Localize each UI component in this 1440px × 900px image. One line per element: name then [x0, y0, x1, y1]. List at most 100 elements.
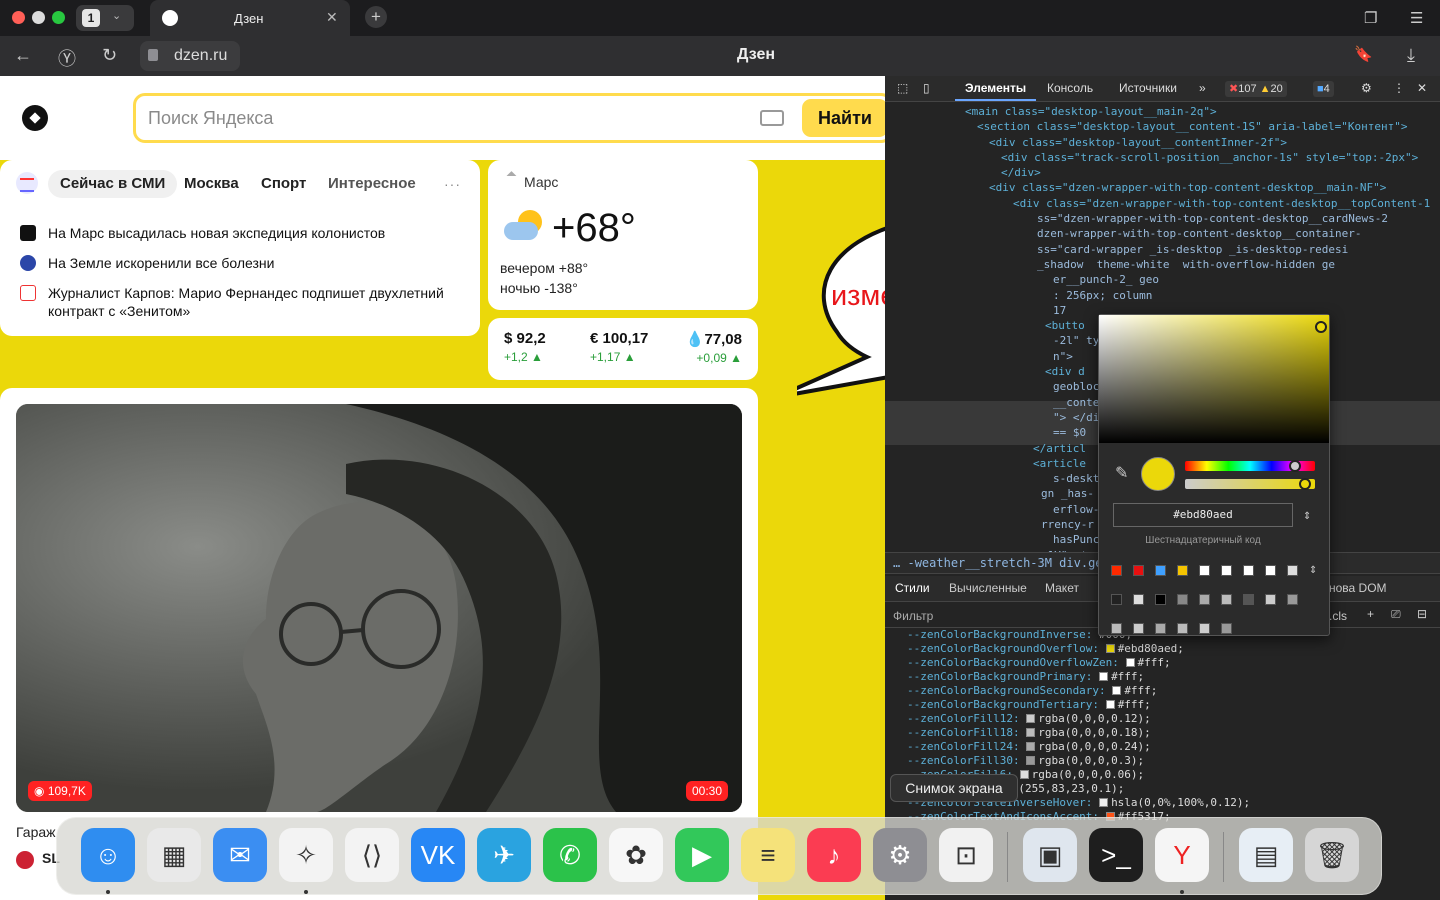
dom-node-line[interactable]: <div class="track-scroll-position__ancho…	[885, 150, 1440, 165]
palette-toggle-icon[interactable]: ⇕	[1309, 565, 1317, 576]
dock-app-downloads[interactable]: ▤	[1239, 828, 1293, 882]
dock-app-yandex[interactable]: Y	[1155, 828, 1209, 882]
palette-swatch[interactable]	[1287, 565, 1298, 576]
tab-now-in-media[interactable]: Сейчас в СМИ	[48, 170, 178, 198]
paint-icon[interactable]: ⎚	[1391, 607, 1401, 622]
tab-count-button[interactable]: 1 ⌄	[76, 5, 134, 31]
css-property-value[interactable]: rgba(0,0,0,0.18);	[1038, 726, 1151, 739]
css-property-value[interactable]: rgba(0,0,0,0.12);	[1038, 712, 1151, 725]
dock-app-mail[interactable]: ✉	[213, 828, 267, 882]
dom-node-line[interactable]: dzen-wrapper-with-top-content-desktop__c…	[885, 226, 1440, 241]
dom-node-line[interactable]: </div>	[885, 165, 1440, 180]
settings-icon[interactable]: ⚙	[1361, 81, 1372, 95]
tab-computed[interactable]: Вычисленные	[949, 581, 1027, 595]
breadcrumb-more-icon[interactable]: …	[893, 556, 900, 570]
url-field[interactable]: dzen.ru	[140, 41, 240, 71]
palette-swatch[interactable]	[1243, 565, 1254, 576]
errors-badge[interactable]: ✖107 ▲20	[1225, 81, 1287, 97]
weather-card[interactable]: Марс +68° вечером +88° ночью -138°	[488, 160, 758, 310]
dock-app-terminal[interactable]: >_	[1089, 828, 1143, 882]
dock-app-notes[interactable]: ≡	[741, 828, 795, 882]
tab-sources[interactable]: Источники	[1119, 81, 1177, 95]
hex-input[interactable]: #ebd80aed	[1113, 503, 1293, 527]
dom-node-line[interactable]: ss="dzen-wrapper-with-top-content-deskto…	[885, 211, 1440, 226]
keyboard-icon[interactable]	[760, 110, 784, 126]
color-swatch[interactable]	[1125, 658, 1135, 667]
color-swatch[interactable]	[1112, 686, 1122, 695]
palette-swatch[interactable]	[1133, 565, 1144, 576]
tab-layout[interactable]: Макет	[1045, 581, 1079, 595]
hue-knob[interactable]	[1289, 460, 1301, 472]
close-icon[interactable]: ✕	[326, 9, 338, 26]
palette-swatch[interactable]	[1199, 623, 1210, 634]
more-icon[interactable]: ···	[444, 176, 461, 192]
alpha-slider[interactable]	[1185, 479, 1315, 489]
css-property-value[interactable]: #fff;	[1124, 684, 1157, 697]
bookmark-icon[interactable]: 🔖	[1354, 45, 1373, 63]
maximize-window-button[interactable]	[52, 11, 65, 24]
video-thumbnail[interactable]: ◉ 109,7K 00:30	[16, 404, 742, 812]
palette-swatch[interactable]	[1177, 623, 1188, 634]
css-property-value[interactable]: #fff;	[1118, 698, 1151, 711]
css-property-row[interactable]: --zenColorFill18: rgba(0,0,0,0.18);	[885, 726, 1440, 740]
dom-node-line[interactable]: _shadow theme-white with-overflow-hidden…	[885, 257, 1440, 272]
dom-node-line[interactable]: <section class="desktop-layout__content-…	[885, 119, 1440, 134]
dock-app-facetime[interactable]: ▶	[675, 828, 729, 882]
dock-app-safari[interactable]: ✧	[279, 828, 333, 882]
alpha-knob[interactable]	[1299, 478, 1311, 490]
css-property-row[interactable]: --zenColorBackgroundTertiary: #fff;	[885, 698, 1440, 712]
palette-swatch[interactable]	[1199, 594, 1210, 605]
dock-app-trash[interactable]: 🗑	[1305, 828, 1359, 882]
kebab-menu-icon[interactable]: ⋮	[1393, 81, 1405, 95]
new-tab-button[interactable]: +	[365, 6, 387, 28]
video-title[interactable]: Гараж	[16, 824, 56, 840]
back-icon[interactable]: ←	[14, 45, 32, 66]
palette-swatch[interactable]	[1265, 565, 1276, 576]
dock-app-system-settings[interactable]: ⚙	[873, 828, 927, 882]
color-swatch[interactable]	[1026, 714, 1036, 723]
yandex-icon[interactable]: Ⓨ	[58, 45, 76, 71]
tab-console[interactable]: Консоль	[1047, 81, 1093, 95]
download-icon[interactable]: ⤓	[1407, 45, 1415, 66]
color-swatch[interactable]	[1099, 798, 1109, 807]
dock-app-photos[interactable]: ✿	[609, 828, 663, 882]
css-property-value[interactable]: #fff;	[1138, 656, 1171, 669]
dock-app-launchpad[interactable]: ▦	[147, 828, 201, 882]
dom-node-line[interactable]: <div class="dzen-wrapper-with-top-conten…	[885, 196, 1440, 211]
dock-app-vk[interactable]: VK	[411, 828, 465, 882]
palette-swatch[interactable]	[1111, 594, 1122, 605]
palette-swatch[interactable]	[1287, 594, 1298, 605]
toggle-sidebar-icon[interactable]: ⊟	[1417, 607, 1427, 621]
close-window-button[interactable]	[12, 11, 25, 24]
dom-node-line[interactable]: er__punch-2_ geo	[885, 272, 1440, 287]
css-property-value[interactable]: #fff;	[1111, 670, 1144, 683]
palette-swatch[interactable]	[1265, 594, 1276, 605]
css-property-row[interactable]: --zenColorBackgroundPrimary: #fff;	[885, 670, 1440, 684]
css-property-row[interactable]: --zenColorFill24: rgba(0,0,0,0.24);	[885, 740, 1440, 754]
css-property-row[interactable]: --zenColorBackgroundOverflowZen: #fff;	[885, 656, 1440, 670]
palette-swatch[interactable]	[1177, 594, 1188, 605]
news-item[interactable]: На Земле искоренили все болезни	[20, 254, 274, 272]
color-swatch[interactable]	[1026, 728, 1036, 737]
palette-swatch[interactable]	[1221, 565, 1232, 576]
palette-swatch[interactable]	[1243, 594, 1254, 605]
format-toggle-icon[interactable]: ⇕	[1303, 511, 1311, 522]
tab-interesting[interactable]: Интересное	[316, 170, 428, 198]
device-icon[interactable]: ▯	[923, 81, 930, 95]
tab-styles[interactable]: Стили	[895, 581, 930, 595]
color-swatch[interactable]	[1026, 756, 1036, 765]
news-item[interactable]: На Марс высадилась новая экспедиция коло…	[20, 224, 385, 242]
dom-node-line[interactable]: <main class="desktop-layout__main-2q">	[885, 104, 1440, 119]
palette-swatch[interactable]	[1111, 565, 1122, 576]
tab-dzen[interactable]: Дзен ✕	[150, 0, 350, 36]
collections-icon[interactable]: ❐	[1364, 9, 1377, 27]
search-button[interactable]: Найти	[802, 99, 885, 137]
css-property-value[interactable]: rgba(0,0,0,0.06);	[1032, 768, 1145, 781]
inspect-icon[interactable]: ⬚	[897, 81, 908, 95]
tab-elements[interactable]: Элементы	[954, 81, 1037, 101]
dock-app-screenshot[interactable]: ⊡	[939, 828, 993, 882]
palette-swatch[interactable]	[1155, 594, 1166, 605]
color-swatch[interactable]	[1099, 672, 1109, 681]
currency-card[interactable]: $ 92,2 +1,2 ▲ € 100,17 +1,17 ▲ 💧77,08 +0…	[488, 318, 758, 380]
palette-swatch[interactable]	[1155, 565, 1166, 576]
